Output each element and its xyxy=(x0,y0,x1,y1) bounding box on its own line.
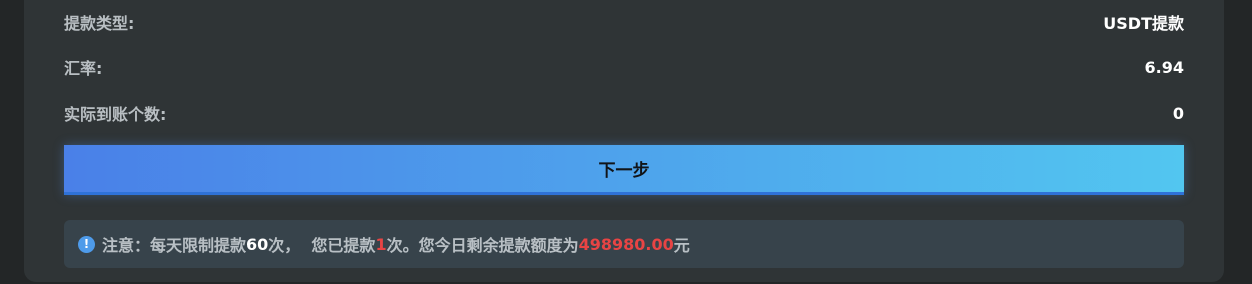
exchange-rate-label: 汇率: xyxy=(64,59,103,78)
notice-prefix: 注意：每天限制提款 xyxy=(102,236,247,255)
next-step-button[interactable]: 下一步 xyxy=(64,145,1184,195)
withdraw-type-label: 提款类型: xyxy=(64,14,135,33)
actual-amount-label: 实际到账个数: xyxy=(64,105,167,124)
exchange-rate-value: 6.94 xyxy=(1144,57,1184,77)
actual-amount-value: 0 xyxy=(1172,103,1184,123)
actual-amount-row: 实际到账个数: 0 xyxy=(64,101,1184,125)
notice-suffix: 元 xyxy=(673,236,690,255)
used-count: 1 xyxy=(375,234,387,254)
notice-mid2: 次。您今日剩余提款额度为 xyxy=(386,236,579,255)
daily-limit-count: 60 xyxy=(246,234,269,254)
info-icon: ! xyxy=(78,235,95,253)
withdraw-limit-notice: ! 注意：每天限制提款 60 次， 您已提款 1 次。您今日剩余提款额度为 498980.… xyxy=(64,220,1184,268)
exchange-rate-row: 汇率: 6.94 xyxy=(64,55,1184,79)
notice-mid1: 次， 您已提款 xyxy=(268,236,376,255)
remaining-amount: 498980.00 xyxy=(578,234,674,254)
withdraw-type-row: 提款类型: USDT提款 xyxy=(64,10,1184,34)
withdraw-type-value: USDT提款 xyxy=(1103,14,1184,33)
